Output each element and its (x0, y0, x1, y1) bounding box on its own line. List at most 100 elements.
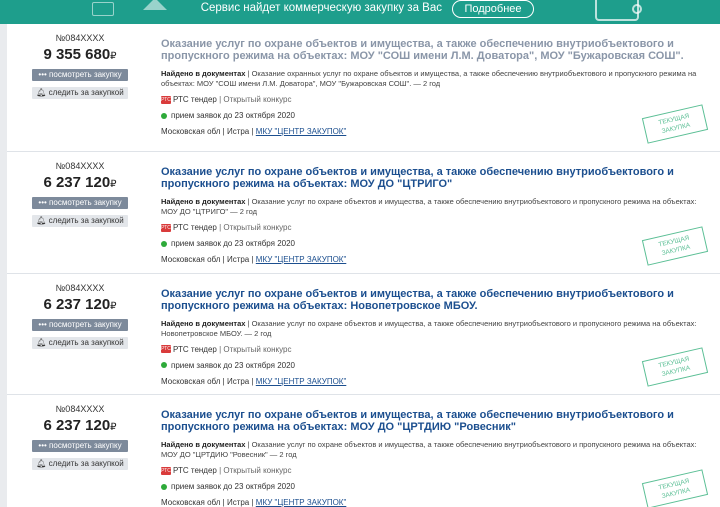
bell-icon: 🔔︎ (36, 88, 49, 97)
tender-meta: №084XXXX 9 355 680₽ ••• посмотреть закуп… (7, 32, 153, 99)
status-dot-icon (161, 483, 167, 490)
price-value: 6 237 120 (43, 417, 111, 434)
tender-body: Оказание услуг по охране объектов и имущ… (161, 288, 713, 387)
platform-line: РТС РТС тендер | Открытый конкурс (161, 345, 713, 355)
tender-number: №084XXXX (55, 33, 105, 43)
deadline-text: прием заявок до 23 октября 2020 (171, 482, 295, 491)
tender-body: Оказание услуг по охране объектов и имущ… (161, 166, 713, 265)
deadline-line: прием заявок до 23 октября 2020 (161, 239, 713, 249)
rts-logo-icon: РТС (161, 223, 171, 232)
tender-meta: №084XXXX 6 237 120₽ ••• посмотреть закуп… (7, 160, 153, 227)
found-in-documents: Найдено в документах | Оказание услуг по… (161, 440, 713, 460)
tender-list: №084XXXX 9 355 680₽ ••• посмотреть закуп… (7, 24, 720, 507)
view-tender-button[interactable]: ••• посмотреть закупку (32, 69, 128, 81)
procedure-kind: | Открытый конкурс (216, 223, 292, 232)
more-button[interactable]: Подробнее (452, 0, 534, 18)
left-gutter (0, 24, 7, 507)
region-line: Московская обл | Истра | МКУ "ЦЕНТР ЗАКУ… (161, 255, 713, 265)
platform-name: РТС тендер (173, 95, 217, 104)
watch-label: следить за закупкой (48, 337, 124, 347)
view-tender-button[interactable]: ••• посмотреть закупку (32, 318, 128, 331)
region-text: Московская обл | Истра | (161, 498, 256, 507)
tender-card: №084XXXX 6 237 120₽ ••• посмотреть закуп… (7, 395, 720, 507)
watch-label: следить за закупкой (48, 459, 124, 468)
deadline-text: прием заявок до 23 октября 2020 (171, 360, 295, 370)
currency-sign: ₽ (110, 422, 117, 433)
rts-logo-icon: РТС (161, 95, 171, 104)
deadline-text: прием заявок до 23 октября 2020 (171, 239, 295, 248)
watch-tender-button[interactable]: 🔔︎ следить за закупкой (32, 87, 128, 99)
tender-price: 9 355 680₽ (7, 46, 153, 66)
status-dot-icon (161, 362, 167, 369)
status-dot-icon (161, 240, 167, 247)
banner-text: Сервис найдет коммерческую закупку за Ва… (200, 2, 442, 14)
platform-line: РТС РТС тендер | Открытый конкурс (161, 466, 713, 476)
customer-link[interactable]: МКУ "ЦЕНТР ЗАКУПОК" (256, 255, 347, 264)
tender-card: №084XXXX 6 237 120₽ ••• посмотреть закуп… (7, 273, 720, 395)
bell-icon: 🔔︎ (36, 216, 49, 225)
tender-body: Оказание услуг по охране объектов и имущ… (161, 38, 713, 137)
watch-label: следить за закупкой (48, 216, 124, 225)
tender-title[interactable]: Оказание услуг по охране объектов и имущ… (161, 409, 713, 433)
bell-icon: 🔔︎ (36, 459, 49, 468)
tender-body: Оказание услуг по охране объектов и имущ… (161, 409, 713, 507)
deadline-line: прием заявок до 23 октября 2020 (161, 111, 713, 121)
promo-banner: Сервис найдет коммерческую закупку за Ва… (0, 0, 720, 24)
region-line: Московская обл | Истра | МКУ "ЦЕНТР ЗАКУ… (161, 498, 713, 507)
region-line: Московская обл | Истра | МКУ "ЦЕНТР ЗАКУ… (161, 377, 713, 387)
region-text: Московская обл | Истра | (161, 127, 256, 136)
found-in-documents: Найдено в документах | Оказание услуг по… (161, 197, 713, 217)
watch-tender-button[interactable]: 🔔︎ следить за закупкой (32, 215, 128, 227)
procedure-kind: | Открытый конкурс (216, 95, 292, 104)
deadline-text: прием заявок до 23 октября 2020 (171, 111, 295, 120)
platform-name: РТС тендер (173, 223, 217, 232)
platform-name: РТС тендер (173, 466, 217, 475)
found-label: Найдено в документах (161, 440, 246, 449)
tender-card: №084XXXX 9 355 680₽ ••• посмотреть закуп… (7, 24, 720, 152)
tender-card: №084XXXX 6 237 120₽ ••• посмотреть закуп… (7, 152, 720, 274)
magnifier-icon (632, 4, 642, 14)
tender-price: 6 237 120₽ (7, 296, 153, 316)
rts-logo-icon: РТС (161, 466, 171, 475)
tender-number: №084XXXX (55, 282, 105, 293)
tender-meta: №084XXXX 6 237 120₽ ••• посмотреть закуп… (7, 282, 153, 349)
status-dot-icon (161, 112, 167, 119)
currency-sign: ₽ (110, 51, 117, 62)
deadline-line: прием заявок до 23 октября 2020 (161, 482, 713, 492)
found-label: Найдено в документах (161, 197, 246, 206)
tender-number: №084XXXX (55, 404, 105, 414)
tender-title[interactable]: Оказание услуг по охране объектов и имущ… (161, 166, 713, 190)
price-value: 9 355 680 (43, 46, 111, 63)
platform-line: РТС РТС тендер | Открытый конкурс (161, 223, 713, 233)
customer-link[interactable]: МКУ "ЦЕНТР ЗАКУПОК" (256, 127, 347, 136)
watch-tender-button[interactable]: 🔔︎ следить за закупкой (32, 336, 128, 349)
tender-number: №084XXXX (55, 161, 105, 171)
currency-sign: ₽ (110, 300, 117, 312)
currency-sign: ₽ (110, 179, 117, 190)
view-tender-button[interactable]: ••• посмотреть закупку (32, 440, 128, 452)
customer-link[interactable]: МКУ "ЦЕНТР ЗАКУПОК" (256, 377, 347, 386)
customer-link[interactable]: МКУ "ЦЕНТР ЗАКУПОК" (256, 498, 347, 507)
procedure-kind: | Открытый конкурс (216, 466, 292, 475)
watch-tender-button[interactable]: 🔔︎ следить за закупкой (32, 458, 128, 470)
tender-title[interactable]: Оказание услуг по охране объектов и имущ… (161, 38, 713, 62)
view-tender-button[interactable]: ••• посмотреть закупку (32, 197, 128, 209)
found-label: Найдено в документах (161, 69, 246, 78)
watch-label: следить за закупкой (48, 88, 124, 97)
price-value: 6 237 120 (43, 174, 111, 191)
procedure-kind: | Открытый конкурс (216, 344, 292, 354)
platform-line: РТС РТС тендер | Открытый конкурс (161, 95, 713, 105)
tender-price: 6 237 120₽ (7, 417, 153, 437)
deadline-line: прием заявок до 23 октября 2020 (161, 361, 713, 371)
region-text: Московская обл | Истра | (161, 376, 256, 386)
found-in-documents: Найдено в документах | Оказание охранных… (161, 69, 713, 89)
region-text: Московская обл | Истра | (161, 255, 256, 264)
tender-title[interactable]: Оказание услуг по охране объектов и имущ… (161, 288, 713, 312)
rts-logo-icon: РТС (161, 345, 171, 354)
region-line: Московская обл | Истра | МКУ "ЦЕНТР ЗАКУ… (161, 127, 713, 137)
bell-icon: 🔔︎ (36, 337, 49, 347)
tender-meta: №084XXXX 6 237 120₽ ••• посмотреть закуп… (7, 403, 153, 470)
tender-price: 6 237 120₽ (7, 174, 153, 194)
platform-name: РТС тендер (173, 344, 217, 354)
price-value: 6 237 120 (43, 295, 111, 313)
